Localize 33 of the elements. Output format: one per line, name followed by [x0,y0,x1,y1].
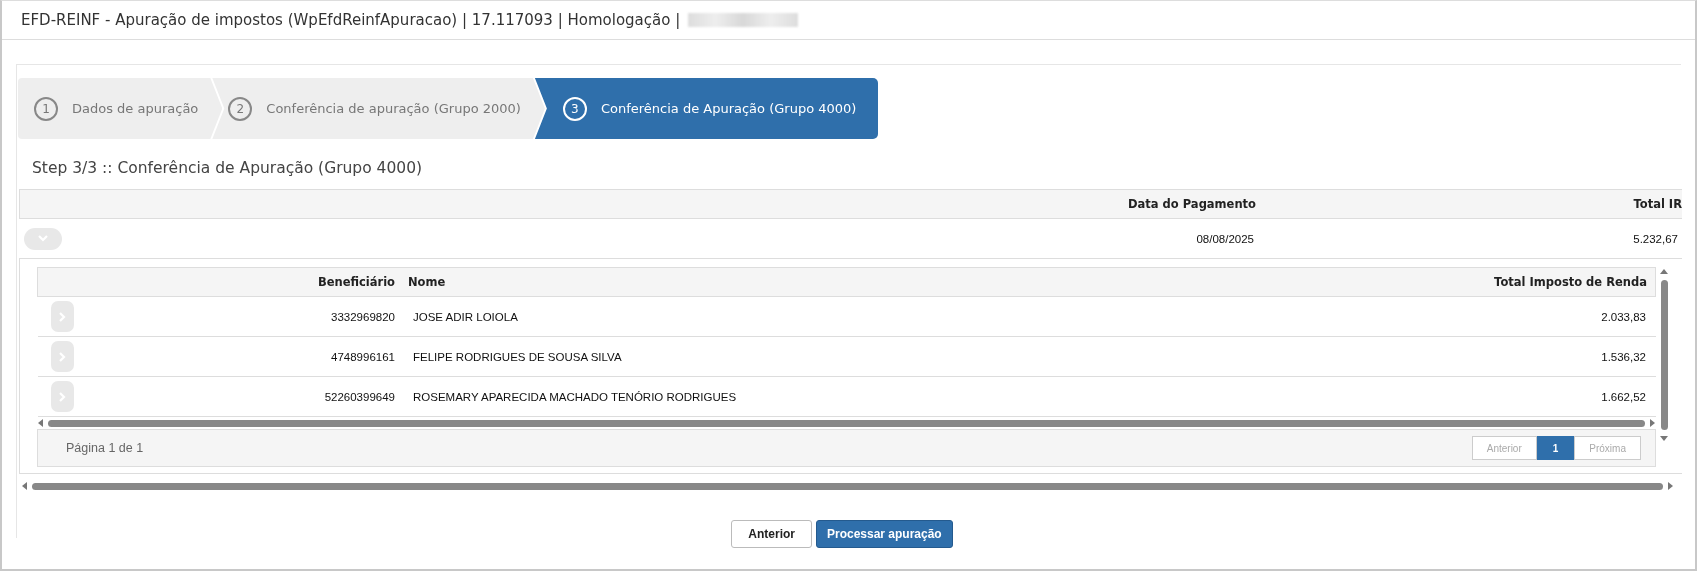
scroll-left-icon[interactable] [37,418,44,428]
table-cell-text: 1.536,32 [1600,350,1647,363]
wizard-step[interactable]: 3 Conferência de Apuração (Grupo 4000) [534,78,879,139]
horizontal-scrollbar[interactable] [21,480,1674,492]
scroll-right-icon[interactable] [1649,418,1656,428]
wizard-step[interactable]: 2 Conferência de apuração (Grupo 2000) [212,78,545,139]
process-button[interactable]: Processar apuração [815,520,953,548]
table-cell-text: JOSE ADIR LOIOLA [412,310,519,323]
previous-button[interactable]: Anterior [731,520,812,548]
column-header: Data do Pagamento [1127,197,1257,211]
column-header: Beneficiário [316,275,396,289]
window-title: EFD-REINF - Apuração de impostos (WpEfdReinfApuracao) | 17.117093 | Homologação | [21,11,681,29]
step-heading: Step 3/3 :: Conferência de Apuração (Grupo 4000) [32,159,424,177]
table-cell-text: 08/08/2025 [1195,232,1255,245]
scroll-right-icon[interactable] [1667,481,1674,491]
table-cell-text: 5.232,67 [1632,232,1679,245]
scroll-up-icon[interactable] [1659,267,1669,276]
table-cell-text: 2.033,83 [1600,310,1647,323]
scroll-down-icon[interactable] [1659,434,1669,443]
horizontal-scrollbar[interactable] [37,417,1656,429]
column-header: Total Imposto de Renda [1493,275,1648,289]
table-cell-text: 4748996161 [330,350,396,363]
table-cell-text: 1.662,52 [1600,390,1647,403]
page-summary: Página 1 de 1 [66,441,144,455]
page-button[interactable]: 1 [1536,436,1575,460]
table-cell-text: FELIPE RODRIGUES DE SOUSA SILVA [412,350,623,363]
table-cell-text: 3332969820 [330,310,396,323]
table-cell-text: 52260399649 [323,390,396,403]
table-cell-text: ROSEMARY APARECIDA MACHADO TENÓRIO RODRIGUES [412,390,738,403]
scroll-left-icon[interactable] [21,481,28,491]
wizard-step[interactable]: 1 Dados de apuração [18,78,223,139]
column-header: Nome [407,275,447,289]
column-header: Total IR [1632,197,1682,211]
